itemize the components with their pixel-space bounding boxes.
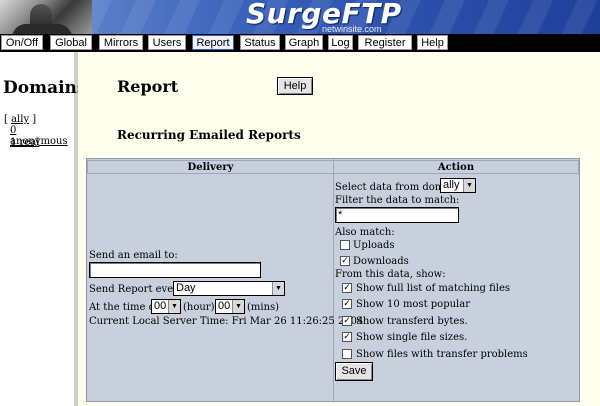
help-button[interactable]: Help [277, 77, 313, 95]
send-every-select[interactable]: Day ▼ [173, 281, 285, 296]
tab-report[interactable]: Report [192, 35, 234, 50]
action-header: Action [333, 160, 579, 174]
tab-users[interactable]: Users [148, 35, 186, 50]
sidebar-title: Domains [3, 78, 87, 98]
option-bytes-label: Show transferd bytes. [356, 316, 468, 327]
domain-link-all[interactable]: ally [11, 114, 29, 125]
email-label: Send an email to: [89, 250, 178, 261]
save-button[interactable]: Save [335, 362, 373, 381]
chevron-down-icon: ▼ [168, 300, 180, 313]
filter-label: Filter the data to match: [335, 195, 460, 206]
server-time: Current Local Server Time: Fri Mar 26 11… [89, 316, 364, 327]
uploads-label: Uploads [353, 240, 395, 251]
domain-select[interactable]: ally ▼ [440, 178, 476, 193]
header-banner: SurgeFTP netwinsite.com [0, 0, 600, 34]
option-top10-checkbox[interactable]: ✓ [342, 299, 352, 309]
banner-photo [0, 0, 92, 34]
show-label: From this data, show: [335, 269, 446, 280]
chevron-down-icon: ▼ [272, 282, 284, 295]
domain-link-real[interactable]: 1 real [10, 137, 39, 148]
main-content: Report Help Recurring Emailed Reports De… [78, 52, 600, 406]
delivery-header: Delivery [87, 160, 334, 174]
tab-graph[interactable]: Graph [285, 35, 323, 50]
uploads-checkbox[interactable] [340, 240, 350, 250]
minute-label: (mins) [247, 302, 280, 313]
chevron-down-icon: ▼ [463, 179, 475, 192]
nav-bar: On/Off Global Mirrors Users Report Statu… [0, 34, 600, 52]
tab-log[interactable]: Log [328, 35, 353, 50]
tab-on-off[interactable]: On/Off [1, 35, 43, 50]
option-full-list-checkbox[interactable]: ✓ [342, 283, 352, 293]
tab-register[interactable]: Register [358, 35, 412, 50]
option-bytes-checkbox[interactable]: ✓ [342, 316, 352, 326]
domains-sidebar: Domains [ ally ] 0 anonymous 1 real [0, 52, 86, 406]
tab-global[interactable]: Global [50, 35, 92, 50]
hour-select[interactable]: 00 ▼ [151, 299, 181, 314]
option-full-list-label: Show full list of matching files [356, 283, 511, 294]
tab-status[interactable]: Status [240, 35, 280, 50]
downloads-label: Downloads [353, 256, 409, 267]
tab-mirrors[interactable]: Mirrors [99, 35, 143, 50]
option-problems-label: Show files with transfer problems [356, 349, 528, 360]
report-form-panel: Delivery Action Send an email to: Send R… [86, 158, 580, 402]
chevron-down-icon: ▼ [232, 300, 244, 313]
option-file-sizes-label: Show single file sizes. [356, 332, 468, 343]
hour-label: (hour) [183, 302, 215, 313]
sidebar-all-domains: [ ally ] [4, 114, 37, 125]
tab-help[interactable]: Help [417, 35, 448, 50]
email-input[interactable] [89, 262, 261, 278]
option-file-sizes-checkbox[interactable]: ✓ [342, 332, 352, 342]
also-match-label: Also match: [335, 227, 395, 238]
logo-subtitle: netwinsite.com [322, 24, 382, 34]
option-problems-checkbox[interactable] [342, 349, 352, 359]
filter-input[interactable]: * [335, 207, 459, 223]
option-top10-label: Show 10 most popular [356, 299, 470, 310]
section-title: Recurring Emailed Reports [117, 128, 301, 142]
minute-select[interactable]: 00 ▼ [215, 299, 245, 314]
downloads-checkbox[interactable]: ✓ [340, 256, 350, 266]
page-title: Report [117, 77, 179, 96]
